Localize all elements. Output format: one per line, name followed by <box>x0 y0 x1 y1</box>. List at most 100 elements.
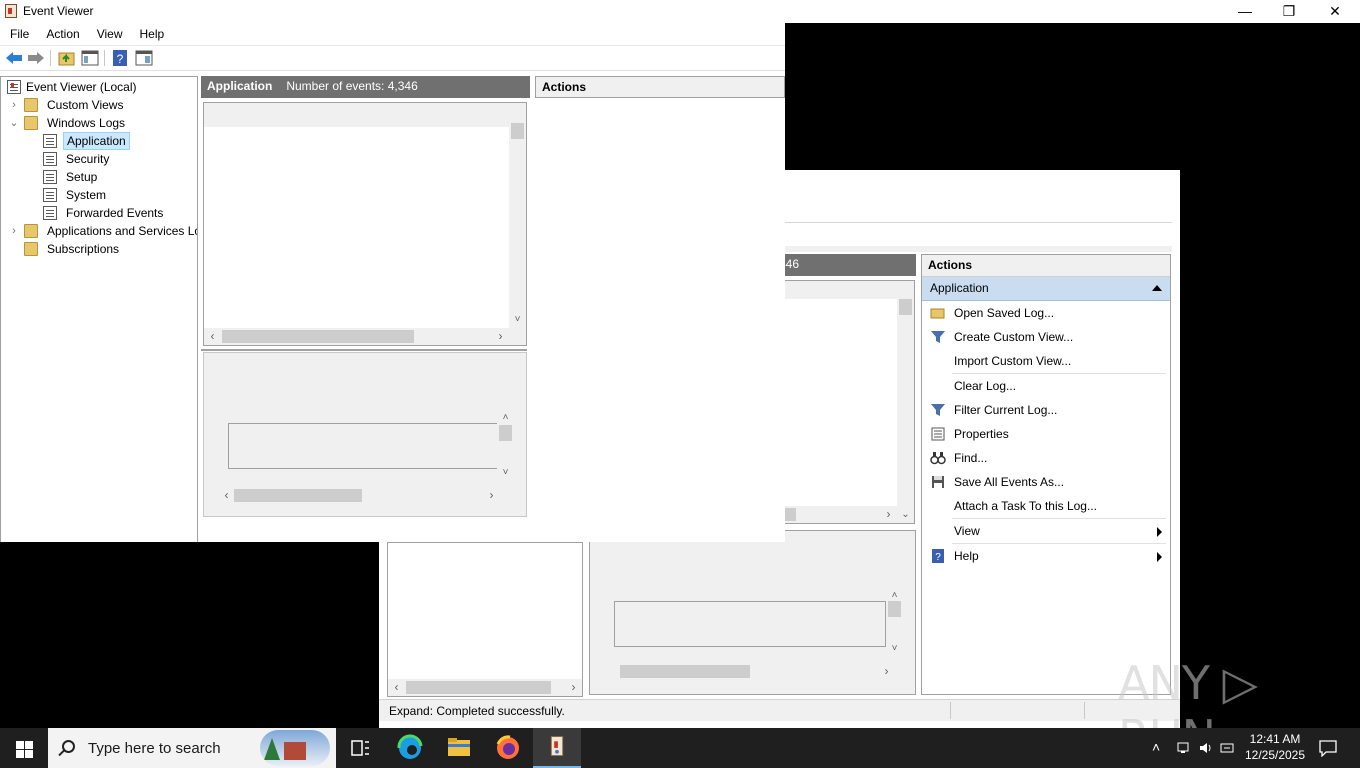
menu-file[interactable]: File <box>0 23 36 41</box>
log-icon <box>43 188 57 202</box>
details-box <box>614 601 886 647</box>
scroll-thumb[interactable] <box>406 681 551 694</box>
actions-group-application[interactable]: Application <box>922 277 1170 301</box>
action-save-all-events-as[interactable]: Save All Events As... <box>922 470 1170 494</box>
collapse-chevron-icon[interactable]: ⌄ <box>7 114 21 132</box>
scroll-thumb[interactable] <box>511 123 524 139</box>
action-label: Open Saved Log... <box>954 306 1055 320</box>
show-hide-tree-icon[interactable] <box>80 49 100 67</box>
forward-arrow-icon[interactable] <box>26 49 46 67</box>
pane-splitter[interactable] <box>201 349 527 351</box>
chevron-up-icon[interactable]: ˄ <box>1152 739 1160 755</box>
expand-chevron-icon[interactable]: › <box>7 222 21 240</box>
menu-view[interactable]: View <box>87 23 130 41</box>
folder-open-icon <box>930 305 946 321</box>
action-clear-log[interactable]: Clear Log... <box>922 374 1170 398</box>
scroll-thumb[interactable] <box>234 489 362 502</box>
actions-pane: Actions Application Open Saved Log... Cre… <box>921 254 1171 695</box>
title-bar[interactable]: Event Viewer — ❐ ✕ <box>0 0 1360 23</box>
folder-icon <box>24 224 38 238</box>
properties-icon <box>930 426 946 442</box>
file-explorer-icon[interactable] <box>435 728 483 768</box>
back-arrow-icon[interactable] <box>4 49 24 67</box>
log-header: Application Number of events: 4,346 <box>201 76 530 98</box>
events-list-partial[interactable]: ⌄ › <box>779 280 915 524</box>
scroll-thumb[interactable] <box>899 299 912 315</box>
horizontal-scrollbar[interactable]: › <box>610 663 895 680</box>
scroll-left-arrow[interactable]: ‹ <box>218 487 235 504</box>
tree-item-label: Security <box>66 152 110 166</box>
action-import-custom-view[interactable]: Import Custom View... <box>922 349 1170 373</box>
window-title: Event Viewer <box>23 4 94 18</box>
scroll-right-arrow[interactable]: › <box>483 487 500 504</box>
horizontal-scrollbar[interactable]: ‹ › <box>204 328 526 345</box>
scroll-right-arrow[interactable]: › <box>492 328 509 345</box>
vertical-scrollbar[interactable]: ˄ ˅ <box>497 409 514 481</box>
horizontal-scrollbar[interactable]: ‹ › <box>218 487 500 504</box>
menu-help[interactable]: Help <box>130 23 172 41</box>
vertical-scrollbar[interactable]: ⌄ <box>897 281 914 523</box>
vertical-scrollbar[interactable]: ˄ ˅ <box>886 587 903 657</box>
scroll-right-arrow[interactable]: › <box>565 679 582 696</box>
scroll-left-arrow[interactable]: ‹ <box>204 328 221 345</box>
minimize-button[interactable]: — <box>1222 0 1268 23</box>
scroll-left-arrow[interactable]: ‹ <box>388 679 405 696</box>
search-highlight-image <box>260 730 330 766</box>
start-button[interactable] <box>0 728 48 768</box>
action-create-custom-view[interactable]: Create Custom View... <box>922 325 1170 349</box>
menu-action[interactable]: Action <box>36 23 86 41</box>
taskbar-search[interactable]: Type here to search <box>48 728 336 768</box>
preview-pane-left: ‹ › <box>387 542 583 697</box>
action-label: Clear Log... <box>954 379 1017 393</box>
notifications-icon[interactable] <box>1318 739 1338 757</box>
event-count: Number of events: 4,346 <box>286 79 418 93</box>
scroll-thumb[interactable] <box>888 601 901 617</box>
list-header-band <box>780 281 897 299</box>
action-open-saved-log[interactable]: Open Saved Log... <box>922 301 1170 325</box>
list-header-band <box>204 103 509 127</box>
log-icon <box>43 152 57 166</box>
scroll-thumb[interactable] <box>499 425 512 441</box>
volume-icon[interactable] <box>1198 740 1214 756</box>
scroll-down-arrow[interactable]: ˅ <box>509 311 526 328</box>
action-properties[interactable]: Properties <box>922 422 1170 446</box>
ime-icon[interactable] <box>1220 740 1236 756</box>
event-viewer-icon <box>7 80 21 94</box>
collapse-caret-icon[interactable] <box>1152 285 1162 291</box>
scroll-down-arrow[interactable]: ⌄ <box>897 506 914 523</box>
action-label: Import Custom View... <box>954 354 1072 368</box>
scroll-up-arrow[interactable]: ˄ <box>497 409 514 426</box>
scroll-right-arrow[interactable]: › <box>880 506 897 523</box>
tree-item-label: Forwarded Events <box>66 206 164 220</box>
expand-chevron-icon[interactable]: › <box>7 96 21 114</box>
scroll-thumb[interactable] <box>222 330 414 343</box>
horizontal-scrollbar[interactable]: › <box>780 506 897 523</box>
scroll-thumb[interactable] <box>620 665 750 678</box>
clock[interactable]: 12:41 AM 12/25/2025 <box>1240 731 1310 763</box>
action-find[interactable]: Find... <box>922 446 1170 470</box>
tree-item-label: Custom Views <box>47 98 124 112</box>
events-list[interactable]: ˅ ‹ › <box>203 102 527 346</box>
firefox-icon[interactable] <box>484 728 532 768</box>
edge-browser-icon[interactable] <box>386 728 434 768</box>
scroll-right-arrow[interactable]: › <box>878 663 895 680</box>
restore-button[interactable]: ❐ <box>1266 0 1312 23</box>
task-view-icon[interactable] <box>336 728 384 768</box>
action-attach-a-task-to-this-log[interactable]: Attach a Task To this Log... <box>922 494 1170 518</box>
actions-title: Actions <box>922 255 1170 277</box>
up-folder-icon[interactable] <box>57 49 77 67</box>
action-label: Find... <box>954 451 988 465</box>
event-viewer-taskbar-icon[interactable] <box>533 728 581 768</box>
network-icon[interactable] <box>1176 740 1192 756</box>
show-hide-action-pane-icon[interactable] <box>134 49 154 67</box>
close-button[interactable]: ✕ <box>1312 0 1358 23</box>
folder-icon <box>24 242 38 256</box>
action-help[interactable]: ? Help <box>922 544 1170 568</box>
horizontal-scrollbar[interactable]: ‹ › <box>388 679 582 696</box>
scroll-down-arrow[interactable]: ˅ <box>497 464 514 481</box>
action-view[interactable]: View <box>922 519 1170 543</box>
scroll-down-arrow[interactable]: ˅ <box>886 640 903 657</box>
help-icon[interactable]: ? <box>110 49 130 67</box>
vertical-scrollbar[interactable]: ˅ <box>509 103 526 328</box>
action-filter-current-log[interactable]: Filter Current Log... <box>922 398 1170 422</box>
